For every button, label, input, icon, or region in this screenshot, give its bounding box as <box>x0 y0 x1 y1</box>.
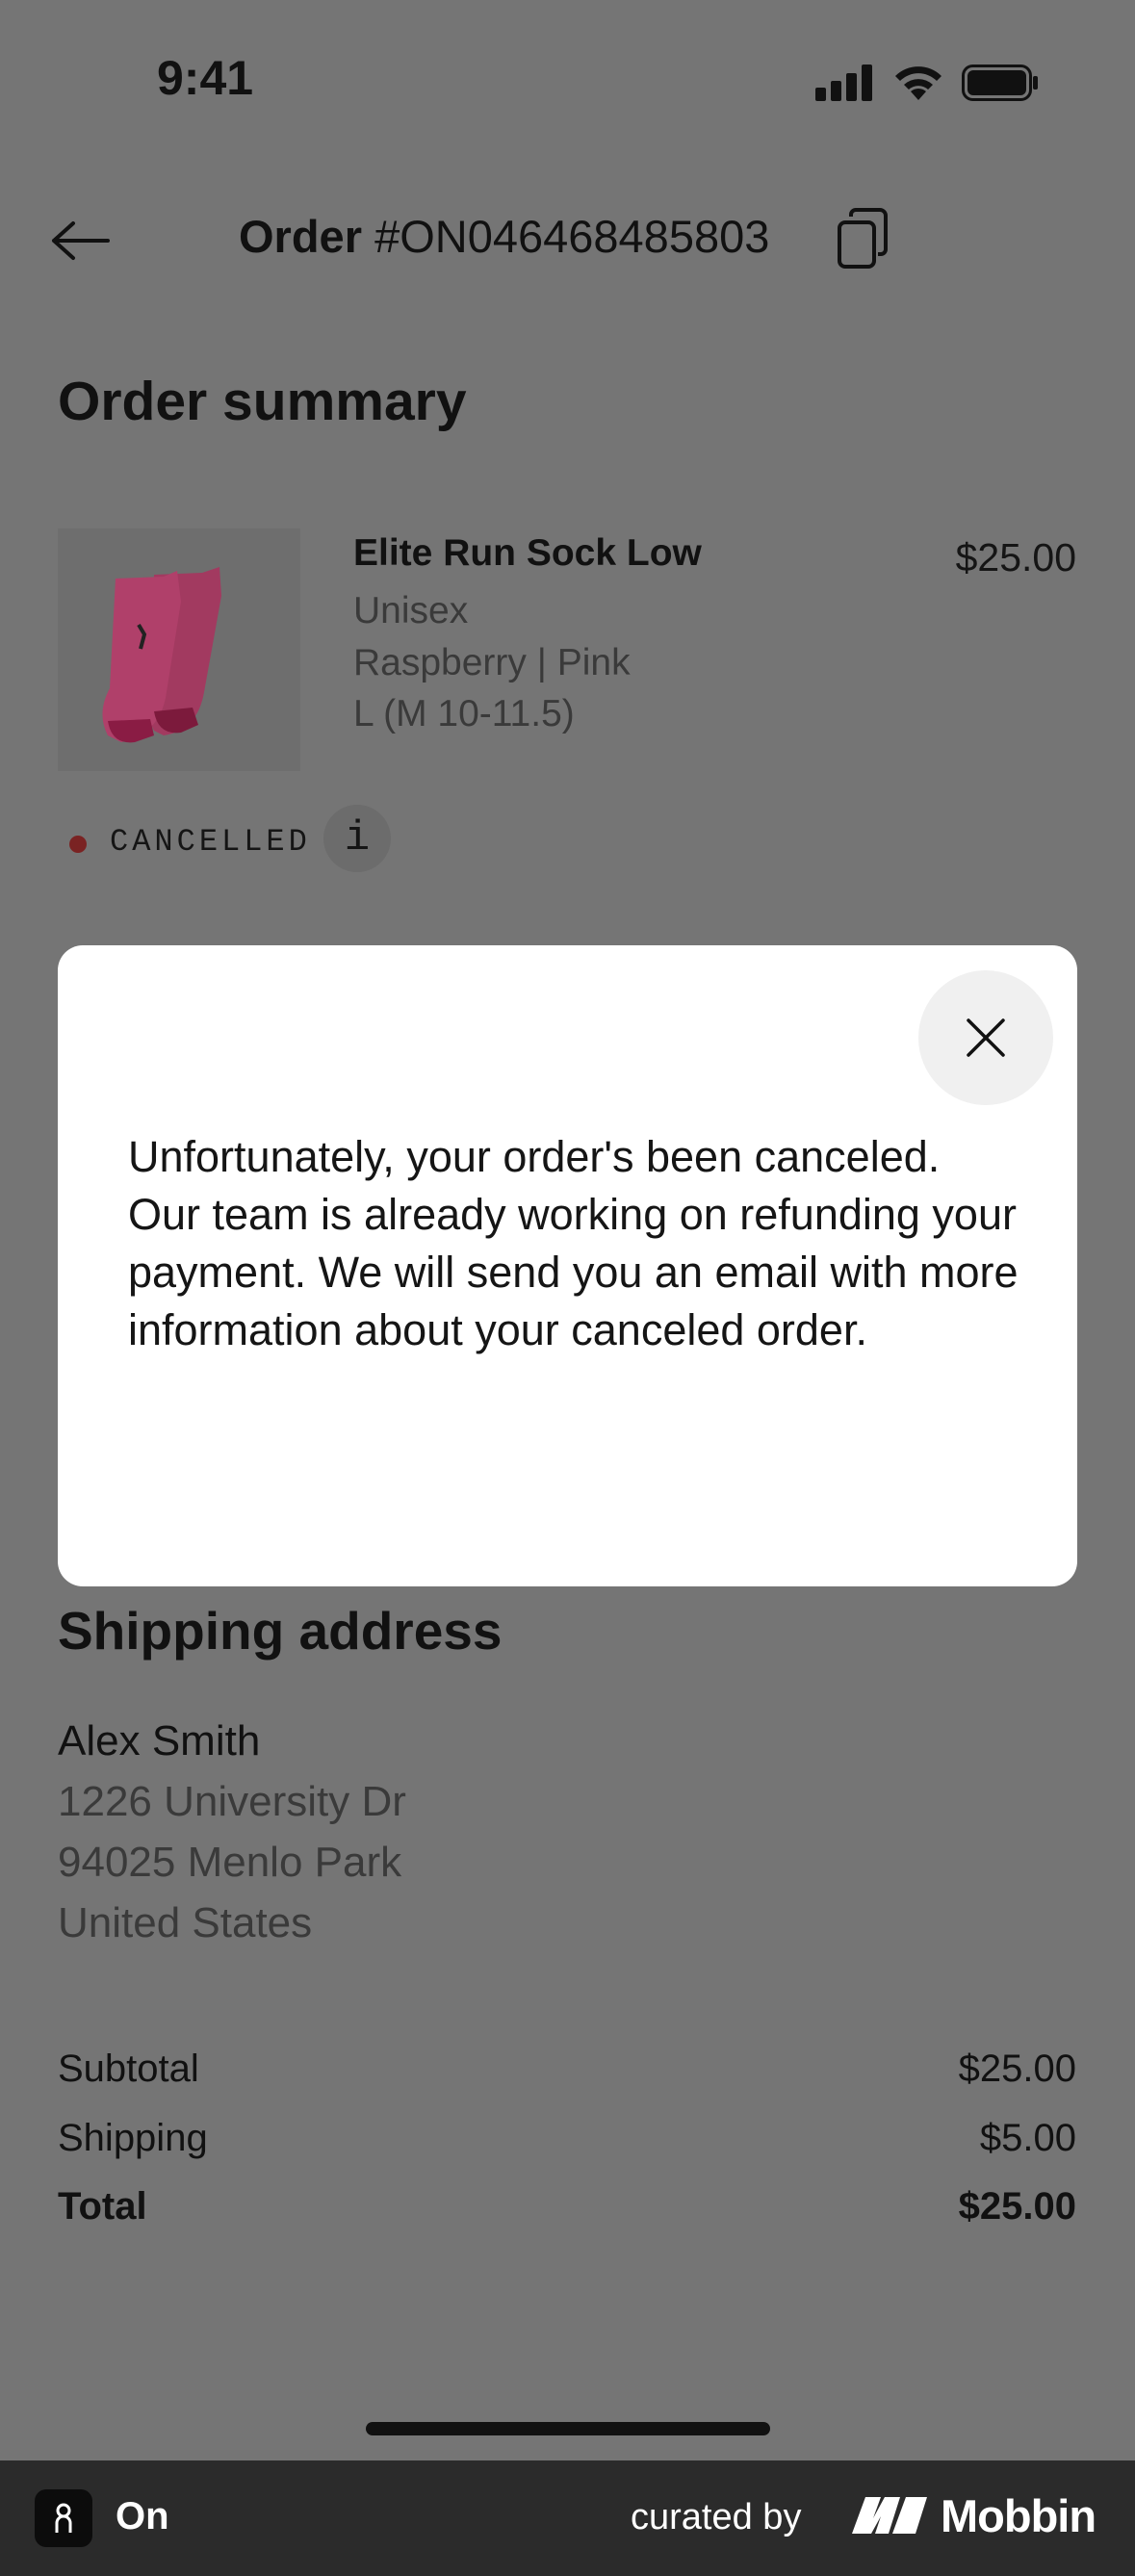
back-arrow-icon[interactable] <box>48 212 116 270</box>
on-logo-icon <box>35 2489 92 2547</box>
shipping-address-heading: Shipping address <box>58 1601 503 1661</box>
product-size: L (M 10-11.5) <box>353 693 575 734</box>
status-time: 9:41 <box>157 51 254 105</box>
app-name: On <box>116 2495 169 2537</box>
shipping-cost-value: $5.00 <box>979 2117 1076 2159</box>
close-icon <box>967 1018 1005 1057</box>
info-button[interactable]: i <box>323 805 391 872</box>
curated-by-label: curated by <box>631 2497 802 2537</box>
order-summary-heading: Order summary <box>58 371 467 432</box>
product-gender: Unisex <box>353 590 469 631</box>
shipping-country: United States <box>58 1899 313 1946</box>
info-icon: i <box>344 814 371 863</box>
order-status-badge: CANCELLED <box>110 824 311 860</box>
sock-illustration <box>102 567 221 743</box>
subtotal-label: Subtotal <box>58 2048 199 2090</box>
mobbin-brand: Mobbin <box>941 2490 1096 2541</box>
shipping-name: Alex Smith <box>58 1717 261 1765</box>
product-color: Raspberry | Pink <box>353 642 631 683</box>
cancellation-dialog: Unfortunately, your order's been cancele… <box>58 945 1077 1586</box>
copy-icon[interactable] <box>836 207 890 270</box>
mobbin-logo-icon <box>852 2497 927 2534</box>
status-icons <box>815 64 1039 102</box>
product-name: Elite Run Sock Low <box>353 532 702 574</box>
page-title: Order #ON046468485803 <box>239 210 769 263</box>
order-label: Order <box>239 211 362 262</box>
wifi-icon <box>895 66 942 100</box>
close-button[interactable] <box>918 970 1053 1105</box>
order-number: #ON046468485803 <box>374 211 770 262</box>
total-value: $25.00 <box>958 2185 1076 2228</box>
shipping-cost-label: Shipping <box>58 2117 208 2159</box>
status-dot <box>69 836 87 853</box>
battery-icon <box>962 64 1038 101</box>
attribution-bar: On curated by Mobbin <box>0 2460 1135 2576</box>
cellular-signal-icon <box>815 64 872 101</box>
cancellation-message: Unfortunately, your order's been cancele… <box>128 1132 1019 1354</box>
home-indicator[interactable] <box>366 2422 770 2435</box>
subtotal-value: $25.00 <box>958 2048 1076 2090</box>
total-label: Total <box>58 2185 147 2228</box>
product-image <box>58 528 300 771</box>
product-price: $25.00 <box>955 535 1076 580</box>
shipping-street: 1226 University Dr <box>58 1778 406 1825</box>
shipping-city: 94025 Menlo Park <box>58 1839 402 1886</box>
